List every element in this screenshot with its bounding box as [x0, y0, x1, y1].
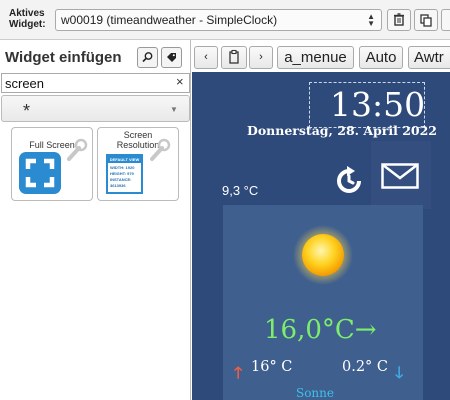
- mail-icon: [381, 163, 419, 189]
- wrench-icon: [150, 138, 171, 161]
- card-line: 3613936: [110, 183, 126, 188]
- clipboard-button[interactable]: [221, 46, 247, 69]
- clipboard-icon: [229, 49, 239, 64]
- next-view-button[interactable]: ›: [249, 46, 273, 69]
- arrow-up-icon: 🡑: [234, 365, 243, 382]
- resolution-card-preview: DEFAULT VIEW WIDTH: 1920 HEIGHT: 979 INS…: [106, 154, 143, 194]
- chevron-down-icon: ▼: [170, 105, 178, 114]
- widget-tile-screen-resolution[interactable]: Screen Resolution DEFAULT VIEW WIDTH: 19…: [97, 127, 179, 201]
- delete-widget-button[interactable]: [387, 9, 411, 31]
- sun-icon: [293, 225, 353, 285]
- wrench-icon: [67, 138, 88, 161]
- awtr-button[interactable]: Awtr: [408, 46, 450, 69]
- card-header: DEFAULT VIEW: [108, 156, 141, 163]
- more-button[interactable]: [441, 9, 450, 31]
- low-temperature: 0.2° C: [342, 359, 389, 375]
- search-button[interactable]: [137, 47, 158, 68]
- arrow-down-icon: 🡓: [395, 365, 404, 382]
- widget-filter-input[interactable]: [1, 73, 190, 93]
- view-canvas[interactable]: 13:50 Donnerstag, 28. April 2022 9,3 °C: [192, 72, 450, 400]
- widget-set-value: *: [23, 101, 31, 121]
- panel-title: Widget einfügen: [5, 49, 122, 66]
- active-widget-label-line2: Widget:: [9, 19, 46, 30]
- widget-insert-panel: Widget einfügen × * ▼ Full Screen: [0, 40, 191, 400]
- active-widget-select[interactable]: w00019 (timeandweather - SimpleClock) ▲ ▼: [55, 9, 382, 31]
- main-temperature: 16,0°C→: [264, 315, 377, 345]
- top-bar: Aktives Widget: w00019 (timeandweather -…: [0, 0, 450, 40]
- current-temperature: 9,3 °C: [222, 183, 259, 198]
- select-arrows-icon: ▲ ▼: [367, 12, 375, 28]
- active-widget-label-line1: Aktives: [9, 8, 45, 19]
- weather-description: Sonne: [295, 386, 334, 400]
- mail-widget[interactable]: [371, 141, 431, 209]
- panel-header: Widget einfügen: [0, 45, 191, 69]
- high-temperature: 16° C: [251, 359, 293, 375]
- tag-icon: [167, 53, 176, 62]
- search-icon: [142, 52, 153, 63]
- auto-button[interactable]: Auto: [359, 46, 403, 69]
- clock-widget[interactable]: 13:50: [309, 82, 425, 128]
- clock-date: Donnerstag, 28. April 2022: [247, 123, 438, 138]
- clear-filter-icon[interactable]: ×: [176, 74, 184, 89]
- copy-icon: [420, 14, 432, 27]
- weather-widget[interactable]: 16,0°C→ 🡑 16° C 0.2° C 🡓 Sonne: [223, 205, 423, 400]
- widget-tile-full-screen[interactable]: Full Screen: [11, 127, 93, 201]
- active-widget-value: w00019 (timeandweather - SimpleClock): [61, 13, 278, 27]
- copy-widget-button[interactable]: [414, 9, 438, 31]
- card-body: WIDTH: 1920 HEIGHT: 979 INSTANCE: 361393…: [110, 165, 134, 189]
- refresh-icon[interactable]: [333, 165, 365, 197]
- widget-set-select[interactable]: * ▼: [1, 95, 190, 122]
- view-toolbar: ‹ › a_menue Auto Awtr: [191, 44, 450, 70]
- prev-view-button[interactable]: ‹: [194, 46, 218, 69]
- view-name-button[interactable]: a_menue: [277, 46, 354, 69]
- fullscreen-icon: [19, 152, 61, 194]
- clock-time: 13:50: [330, 85, 426, 124]
- tag-filter-button[interactable]: [161, 47, 182, 68]
- active-widget-label: Aktives Widget:: [9, 8, 46, 30]
- trash-icon: [394, 13, 404, 26]
